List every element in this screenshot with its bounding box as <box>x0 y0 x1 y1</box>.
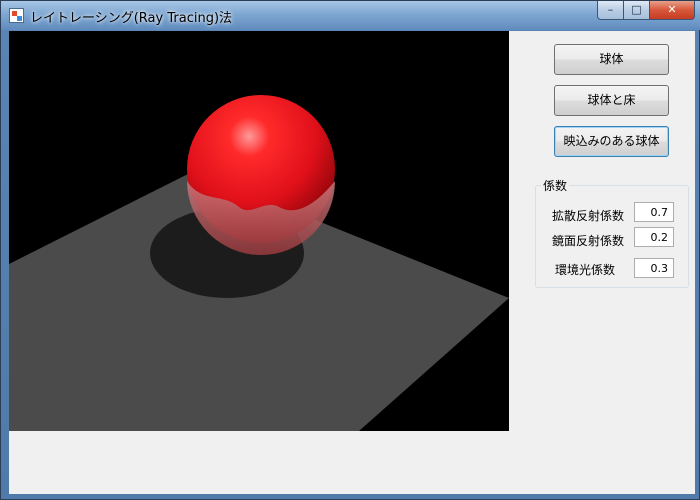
sphere-button[interactable]: 球体 <box>554 44 669 75</box>
maximize-button[interactable]: □ <box>624 1 650 20</box>
render-canvas <box>9 31 509 431</box>
title-bar[interactable]: レイトレーシング(Ray Tracing)法 – □ ✕ <box>1 1 700 30</box>
close-button[interactable]: ✕ <box>650 1 695 20</box>
coefficients-group-label: 係数 <box>541 177 570 194</box>
diffuse-coefficient-input[interactable] <box>634 202 674 222</box>
ambient-coefficient-input[interactable] <box>634 258 674 278</box>
app-icon[interactable] <box>9 8 24 23</box>
diffuse-label: 拡散反射係数 <box>552 209 625 223</box>
reflective-sphere-button[interactable]: 映込みのある球体 <box>554 126 669 157</box>
specular-label: 鏡面反射係数 <box>552 234 625 248</box>
caption-buttons: – □ ✕ <box>597 1 695 20</box>
specular-coefficient-input[interactable] <box>634 227 674 247</box>
window-title: レイトレーシング(Ray Tracing)法 <box>30 11 233 26</box>
client-area: 球体 球体と床 映込みのある球体 係数 拡散反射係数 鏡面反射係数 環境光係数 <box>9 31 695 494</box>
sphere-and-floor-button[interactable]: 球体と床 <box>554 85 669 116</box>
ray-traced-scene <box>9 31 509 431</box>
ambient-label: 環境光係数 <box>555 263 616 277</box>
minimize-button[interactable]: – <box>597 1 624 20</box>
app-window: レイトレーシング(Ray Tracing)法 – □ ✕ 球体 球体と床 映込み… <box>0 0 700 500</box>
